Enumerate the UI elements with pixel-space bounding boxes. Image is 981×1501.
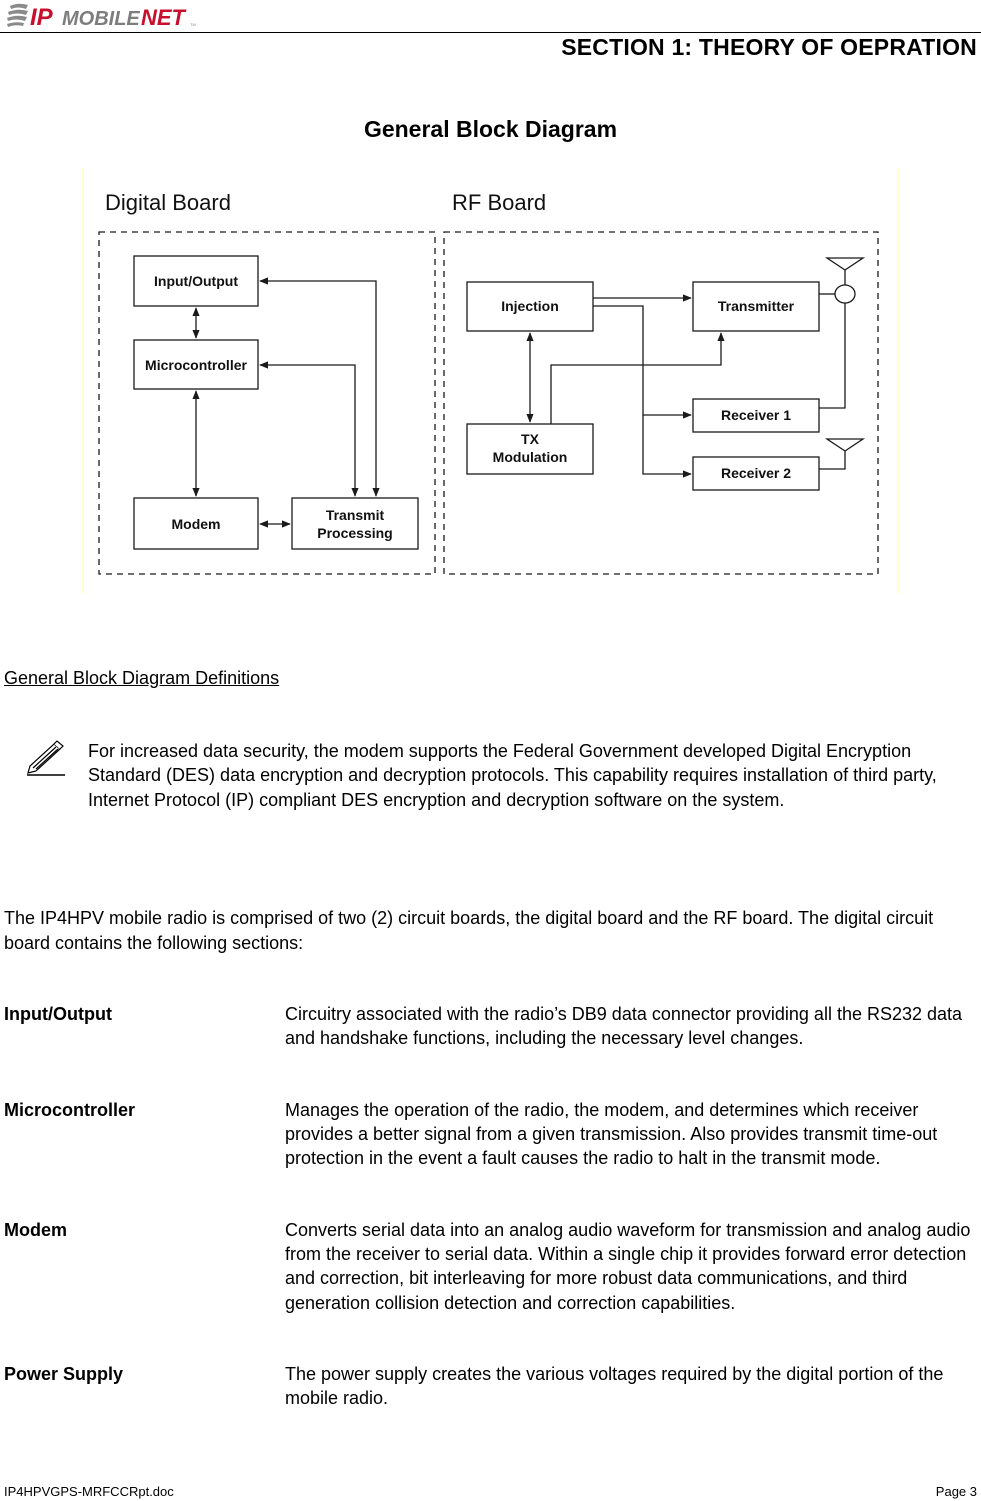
section-title: SECTION 1: THEORY OF OEPRATION	[561, 34, 977, 60]
label-modem: Modem	[172, 516, 221, 532]
duplexer-icon	[834, 284, 856, 304]
label-processing: Processing	[317, 525, 392, 541]
label-microcontroller: Microcontroller	[145, 357, 247, 373]
header-divider	[0, 32, 981, 33]
label-transmit: Transmit	[326, 507, 385, 523]
block-diagram: Digital Board RF Board Input/Output Micr…	[82, 168, 899, 593]
definition-description: The power supply creates the various vol…	[285, 1364, 944, 1409]
arrow-txproc-micro	[259, 361, 359, 497]
digital-board-label: Digital Board	[105, 190, 231, 215]
definition-description: Circuitry associated with the radio’s DB…	[285, 1004, 963, 1049]
definition-description: Manages the operation of the radio, the …	[285, 1100, 938, 1169]
logo-trademark: TM	[190, 22, 196, 27]
antenna-2-icon	[824, 438, 866, 452]
label-injection: Injection	[501, 298, 559, 314]
label-input-output: Input/Output	[154, 273, 238, 289]
definition-description: Converts serial data into an analog audi…	[285, 1220, 971, 1313]
label-transmitter: Transmitter	[718, 298, 795, 314]
logo-net: NET	[141, 5, 187, 30]
arrow-injection-receiver2	[642, 415, 692, 478]
note-text: For increased data security, the modem s…	[88, 741, 937, 810]
definition-term: Modem	[4, 1220, 67, 1240]
pencil-note-icon	[24, 738, 68, 778]
definition-term: Microcontroller	[4, 1100, 136, 1120]
footer-filename: IP4HPVGPS-MRFCCRpt.doc	[4, 1484, 174, 1499]
footer-page-number: Page 3	[935, 1484, 977, 1499]
logo-swoosh-icon	[7, 3, 28, 27]
logo-mobile: MOBILE	[62, 8, 140, 30]
antenna-1-icon	[824, 257, 866, 271]
arrow-injection-receiver1	[593, 305, 692, 419]
label-tx: TX	[521, 431, 540, 447]
definition-term: Input/Output	[4, 1004, 112, 1024]
arrow-txproc-io	[259, 277, 380, 497]
label-modulation: Modulation	[493, 449, 568, 465]
rf-board-label: RF Board	[452, 190, 546, 215]
diagram-title: General Block Diagram	[363, 116, 618, 142]
label-receiver-2: Receiver 2	[721, 465, 791, 481]
company-logo: IP MOBILE NET TM	[4, 0, 204, 30]
logo-ip: IP	[30, 4, 54, 30]
antenna-2-to-receiver2-line	[819, 451, 846, 470]
label-receiver-1: Receiver 1	[721, 407, 791, 423]
duplexer-to-receiver1-line	[819, 303, 846, 409]
definition-term: Power Supply	[4, 1364, 124, 1384]
definitions-heading: General Block Diagram Definitions	[4, 668, 280, 688]
intro-paragraph: The IP4HPV mobile radio is comprised of …	[4, 908, 934, 953]
block-transmit-processing	[291, 497, 419, 550]
